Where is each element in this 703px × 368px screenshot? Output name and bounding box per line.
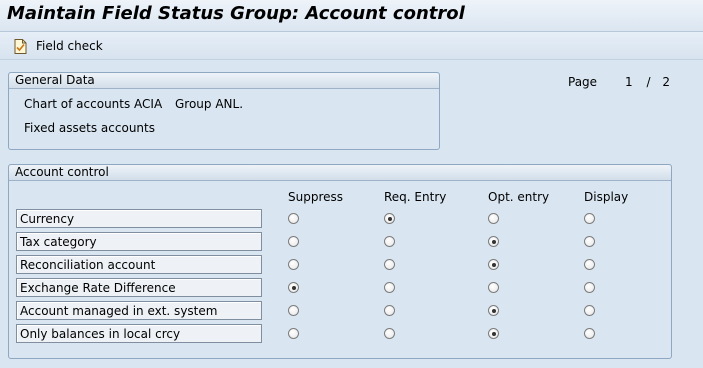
radio-currency-suppress[interactable] — [288, 213, 299, 224]
page-label: Page — [568, 75, 598, 89]
account-control-header: Account control — [9, 165, 671, 181]
radio-account-managed-ext-system-display[interactable] — [584, 305, 595, 316]
radio-currency-req-entry[interactable] — [384, 213, 395, 224]
radio-exchange-rate-difference-display[interactable] — [584, 282, 595, 293]
group-description: Fixed assets accounts — [24, 121, 155, 135]
page-title: Maintain Field Status Group: Account con… — [7, 3, 465, 24]
radio-only-balances-local-crcy-suppress[interactable] — [288, 328, 299, 339]
radio-currency-display[interactable] — [584, 213, 595, 224]
row-label-currency: Currency — [16, 209, 262, 228]
radio-account-managed-ext-system-suppress[interactable] — [288, 305, 299, 316]
column-header-display: Display — [584, 190, 629, 204]
radio-reconciliation-account-opt-entry[interactable] — [488, 259, 499, 270]
radio-only-balances-local-crcy-opt-entry[interactable] — [488, 328, 499, 339]
page-separator: / — [646, 75, 651, 89]
column-header-opt-entry: Opt. entry — [488, 190, 550, 204]
row-label-only-balances-local-crcy: Only balances in local crcy — [16, 324, 262, 343]
column-header-req-entry: Req. Entry — [384, 190, 447, 204]
radio-exchange-rate-difference-req-entry[interactable] — [384, 282, 395, 293]
field-check-label: Field check — [36, 39, 103, 53]
field-check-button[interactable]: Field check — [14, 37, 103, 55]
column-header-suppress: Suppress — [288, 190, 344, 204]
radio-tax-category-req-entry[interactable] — [384, 236, 395, 247]
group-label: Group ANL. — [175, 97, 244, 111]
row-label-account-managed-ext-system: Account managed in ext. system — [16, 301, 262, 320]
radio-only-balances-local-crcy-display[interactable] — [584, 328, 595, 339]
page-total: 2 — [662, 75, 670, 89]
radio-reconciliation-account-req-entry[interactable] — [384, 259, 395, 270]
title-bar: Maintain Field Status Group: Account con… — [0, 0, 703, 32]
radio-exchange-rate-difference-suppress[interactable] — [288, 282, 299, 293]
radio-tax-category-opt-entry[interactable] — [488, 236, 499, 247]
general-data-header: General Data — [9, 73, 439, 89]
document-check-icon — [14, 38, 27, 54]
page-current: 1 — [625, 75, 633, 89]
radio-account-managed-ext-system-req-entry[interactable] — [384, 305, 395, 316]
radio-account-managed-ext-system-opt-entry[interactable] — [488, 305, 499, 316]
radio-reconciliation-account-display[interactable] — [584, 259, 595, 270]
application-toolbar: Field check — [0, 32, 703, 60]
radio-tax-category-display[interactable] — [584, 236, 595, 247]
row-label-exchange-rate-difference: Exchange Rate Difference — [16, 278, 262, 297]
page-indicator: 1 / 2 — [625, 75, 670, 89]
row-label-tax-category: Tax category — [16, 232, 262, 251]
radio-only-balances-local-crcy-req-entry[interactable] — [384, 328, 395, 339]
general-data-group: General Data — [8, 72, 440, 150]
chart-of-accounts-label: Chart of accounts ACIA — [24, 97, 163, 111]
radio-tax-category-suppress[interactable] — [288, 236, 299, 247]
radio-currency-opt-entry[interactable] — [488, 213, 499, 224]
radio-exchange-rate-difference-opt-entry[interactable] — [488, 282, 499, 293]
radio-reconciliation-account-suppress[interactable] — [288, 259, 299, 270]
row-label-reconciliation-account: Reconciliation account — [16, 255, 262, 274]
